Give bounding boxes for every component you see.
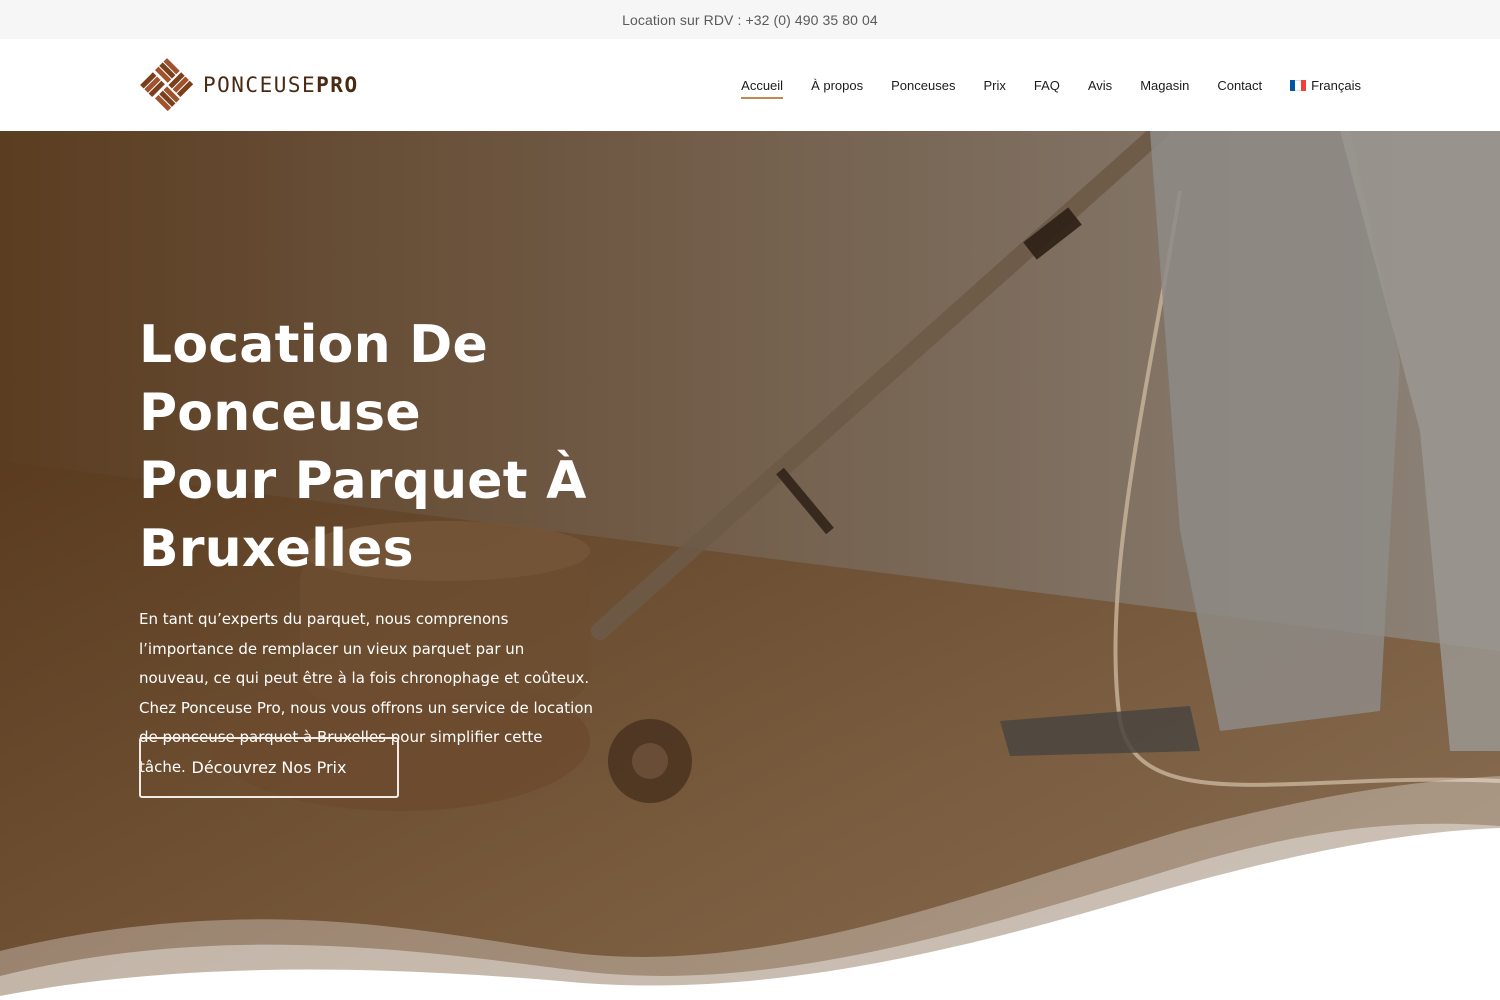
hero-title-line: Location De Ponceuse [139,315,488,443]
nav-item-label: Contact [1217,77,1263,93]
nav-item-label: Prix [983,77,1006,93]
nav-item-language[interactable]: Français [1290,72,1361,99]
appointment-phone-text[interactable]: Location sur RDV : +32 (0) 490 35 80 04 [622,12,878,28]
main-navigation: Accueil À propos Ponceuses Prix FAQ Avis… [741,39,1361,131]
parquet-logo-icon [140,58,194,112]
nav-item-label: Accueil [741,77,784,93]
discover-prices-button[interactable]: Découvrez Nos Prix [139,737,399,798]
hero-title-line: Pour Parquet À [139,451,587,511]
nav-item-ponceuses[interactable]: Ponceuses [891,72,955,99]
nav-item-prix[interactable]: Prix [983,72,1005,99]
nav-item-contact[interactable]: Contact [1217,72,1262,99]
top-contact-bar: Location sur RDV : +32 (0) 490 35 80 04 [0,0,1500,39]
nav-item-a-propos[interactable]: À propos [811,72,863,99]
logo-text-light: PONCEUSE [203,73,317,97]
nav-item-label: Français [1311,77,1361,93]
logo-text-bold: PRO [316,73,359,97]
hero-section: Location De Ponceuse Pour Parquet À Brux… [0,131,1500,1000]
nav-item-label: Ponceuses [891,77,956,93]
hero-content: Location De Ponceuse Pour Parquet À Brux… [139,311,759,783]
site-logo[interactable]: PONCEUSE PRO [139,56,359,114]
nav-item-faq[interactable]: FAQ [1034,72,1060,99]
french-flag-icon [1290,79,1307,91]
nav-item-label: Avis [1087,77,1113,93]
nav-item-accueil[interactable]: Accueil [741,72,783,99]
discover-prices-button-label: Découvrez Nos Prix [191,758,347,777]
nav-item-avis[interactable]: Avis [1088,72,1112,99]
hero-title-line: Bruxelles [139,519,414,579]
nav-item-label: Magasin [1140,77,1190,93]
nav-item-label: À propos [811,77,864,93]
nav-item-label: FAQ [1033,77,1060,93]
logo-wordmark: PONCEUSE PRO [203,73,359,97]
nav-item-magasin[interactable]: Magasin [1140,72,1189,99]
hero-title: Location De Ponceuse Pour Parquet À Brux… [139,311,759,583]
site-header: PONCEUSE PRO Accueil À propos Ponceuses P… [0,39,1500,131]
